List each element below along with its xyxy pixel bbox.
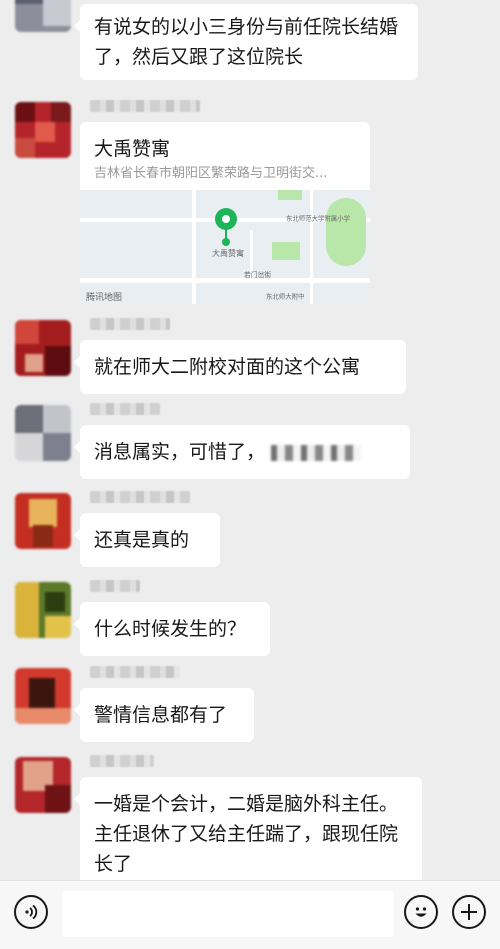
map-label: 大禹赞寓 [212,249,244,258]
chat-history[interactable]: 有说女的以小三身份与前任院长结婚了，然后又跟了这位院长 大禹赞寓 吉林省长春市朝… [0,0,500,880]
avatar[interactable] [15,493,71,549]
message-bubble[interactable]: 警情信息都有了 [74,688,254,742]
message-bubble[interactable]: 什么时候发生的？ [74,602,270,656]
map-credit: 腾讯地图 [86,293,123,303]
message-bubble[interactable]: 就在师大二附校对面的这个公寓 [74,340,406,394]
location-card[interactable]: 大禹赞寓 吉林省长春市朝阳区繁荣路与卫明街交... 大禹赞寓 东北师范大学附属小… [80,122,370,304]
avatar[interactable] [15,0,71,32]
map-label: 若门岔街 [244,270,272,279]
location-title: 大禹赞寓 [94,138,171,160]
message-bubble[interactable]: 一婚是个会计，二婚是脑外科主任。主任退休了又给主任踹了，跟现任院长了 [74,777,422,880]
location-map[interactable]: 大禹赞寓 东北师范大学附属小学 若门岔街 东北师大附中 腾讯地图 [80,190,370,304]
sender-name [90,100,200,112]
redacted-text [271,444,362,461]
sender-name [90,580,140,592]
sender-name [90,491,190,503]
map-label: 东北师范大学附属小学 [286,214,350,222]
sender-name [90,666,180,678]
message-text: 消息属实，可惜了， [94,441,266,463]
message-bubble[interactable]: 有说女的以小三身份与前任院长结婚了，然后又跟了这位院长 [74,4,418,80]
avatar[interactable] [15,102,71,158]
message-bubble[interactable]: 还真是真的 [74,513,220,567]
avatar[interactable] [15,320,71,376]
message-text: 一婚是个会计，二婚是脑外科主任。主任退休了又给主任踹了，跟现任院长了 [94,793,399,875]
sender-name [90,318,170,330]
message-text: 就在师大二附校对面的这个公寓 [94,356,361,378]
message-input[interactable] [62,891,394,937]
avatar[interactable] [15,405,71,461]
avatar[interactable] [15,582,71,638]
emoji-button[interactable] [404,895,438,929]
voice-button[interactable] [14,895,48,929]
more-button[interactable] [452,895,486,929]
voice-icon [25,904,38,920]
message-text: 有说女的以小三身份与前任院长结婚了，然后又跟了这位院长 [94,16,399,68]
sender-name [90,755,154,767]
emoji-icon [415,907,427,917]
message-text: 还真是真的 [94,529,190,551]
map-label: 东北师大附中 [266,292,305,300]
avatar[interactable] [15,757,71,813]
plus-icon [461,904,477,920]
map-pin-icon [215,208,237,230]
chat-input-bar [0,880,500,949]
message-bubble[interactable]: 消息属实，可惜了， [74,425,410,479]
message-text: 警情信息都有了 [94,704,228,726]
location-address: 吉林省长春市朝阳区繁荣路与卫明街交... [94,166,328,181]
sender-name [90,403,160,415]
avatar[interactable] [15,668,71,724]
message-text: 什么时候发生的？ [94,618,247,640]
